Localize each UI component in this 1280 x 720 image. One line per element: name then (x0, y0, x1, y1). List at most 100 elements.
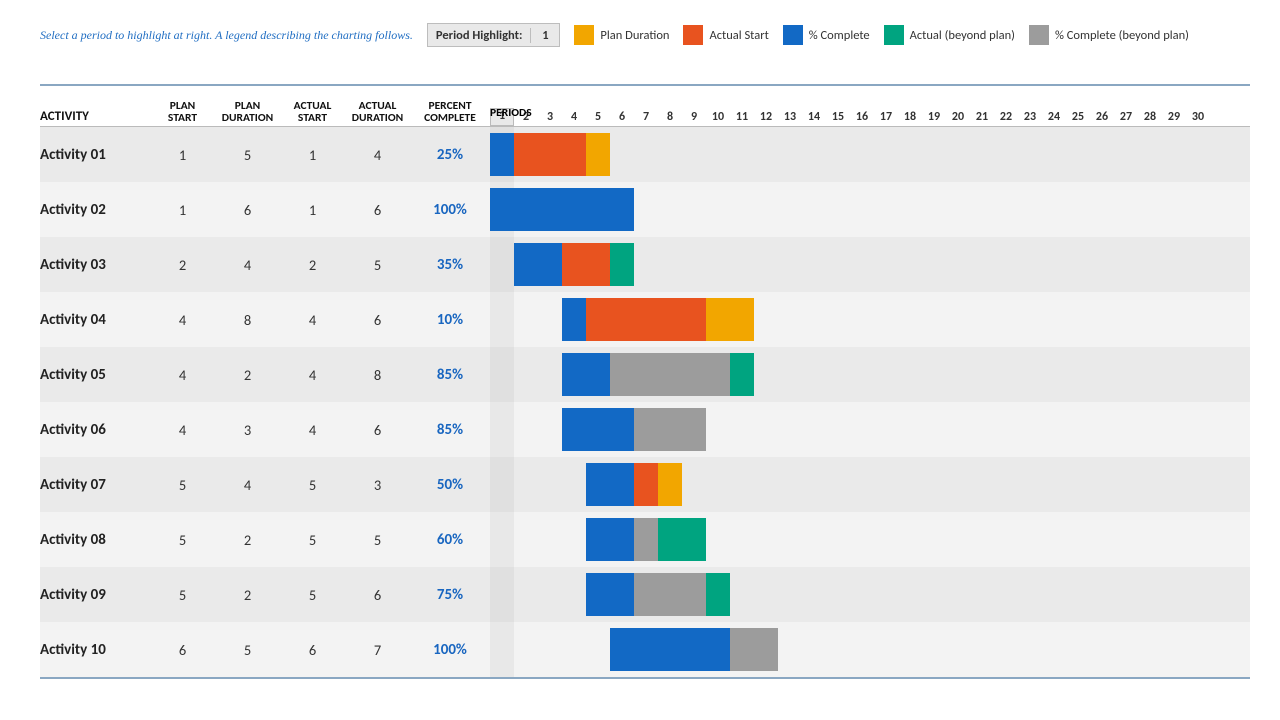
rows-container: Activity 01151425%Activity 021616100%Act… (40, 127, 1250, 679)
actual-start[interactable]: 5 (280, 586, 345, 604)
plan-start[interactable]: 5 (150, 476, 215, 494)
activity-name: Activity 04 (40, 311, 150, 329)
plan-start[interactable]: 4 (150, 311, 215, 329)
period-col-13[interactable]: 13 (778, 110, 802, 126)
period-col-28[interactable]: 28 (1138, 110, 1162, 126)
activity-name: Activity 05 (40, 366, 150, 384)
period-highlight-value[interactable]: 1 (531, 28, 559, 43)
period-col-21[interactable]: 21 (970, 110, 994, 126)
actual-start[interactable]: 1 (280, 146, 345, 164)
legend-plan-duration: Plan Duration (574, 25, 669, 45)
plan-duration[interactable]: 4 (215, 476, 280, 494)
hint-text: Select a period to highlight at right. A… (40, 28, 413, 43)
activity-name: Activity 03 (40, 256, 150, 274)
swatch-pct-complete-icon (783, 25, 803, 45)
period-highlight-box[interactable]: Period Highlight: 1 (427, 23, 561, 47)
actual-start[interactable]: 4 (280, 421, 345, 439)
period-col-5[interactable]: 5 (586, 110, 610, 126)
plan-start[interactable]: 1 (150, 201, 215, 219)
gantt-cell (490, 127, 1250, 182)
plan-start[interactable]: 2 (150, 256, 215, 274)
gantt-cell (490, 622, 1250, 677)
period-col-23[interactable]: 23 (1018, 110, 1042, 126)
planner-grid: ACTIVITY PLANSTART PLANDURATION ACTUALST… (40, 84, 1250, 679)
actual-start[interactable]: 2 (280, 256, 345, 274)
activity-name: Activity 02 (40, 201, 150, 219)
percent-complete[interactable]: 50% (410, 476, 490, 494)
actual-duration[interactable]: 4 (345, 146, 410, 164)
period-col-12[interactable]: 12 (754, 110, 778, 126)
percent-complete[interactable]: 10% (410, 311, 490, 329)
period-col-20[interactable]: 20 (946, 110, 970, 126)
period-col-8[interactable]: 8 (658, 110, 682, 126)
plan-duration[interactable]: 4 (215, 256, 280, 274)
period-col-18[interactable]: 18 (898, 110, 922, 126)
hdr-periods: PERIODS 12345678910111213141516171819202… (490, 108, 1250, 126)
period-col-16[interactable]: 16 (850, 110, 874, 126)
plan-start[interactable]: 1 (150, 146, 215, 164)
plan-duration[interactable]: 6 (215, 201, 280, 219)
actual-duration[interactable]: 6 (345, 311, 410, 329)
period-col-17[interactable]: 17 (874, 110, 898, 126)
plan-duration[interactable]: 3 (215, 421, 280, 439)
swatch-pct-beyond-icon (1029, 25, 1049, 45)
actual-duration[interactable]: 6 (345, 201, 410, 219)
plan-start[interactable]: 5 (150, 586, 215, 604)
period-col-9[interactable]: 9 (682, 110, 706, 126)
actual-start[interactable]: 6 (280, 641, 345, 659)
period-col-3[interactable]: 3 (538, 110, 562, 126)
percent-complete[interactable]: 85% (410, 421, 490, 439)
period-col-24[interactable]: 24 (1042, 110, 1066, 126)
actual-start[interactable]: 5 (280, 476, 345, 494)
percent-complete[interactable]: 60% (410, 531, 490, 549)
actual-start[interactable]: 4 (280, 366, 345, 384)
actual-duration[interactable]: 7 (345, 641, 410, 659)
period-col-14[interactable]: 14 (802, 110, 826, 126)
table-row: Activity 04484610% (40, 292, 1250, 347)
legend-actual-beyond: Actual (beyond plan) (884, 25, 1015, 45)
actual-start[interactable]: 4 (280, 311, 345, 329)
percent-complete[interactable]: 100% (410, 641, 490, 659)
plan-duration[interactable]: 5 (215, 146, 280, 164)
period-col-10[interactable]: 10 (706, 110, 730, 126)
percent-complete[interactable]: 75% (410, 586, 490, 604)
plan-duration[interactable]: 2 (215, 531, 280, 549)
plan-duration[interactable]: 5 (215, 641, 280, 659)
period-col-29[interactable]: 29 (1162, 110, 1186, 126)
legend-label: Plan Duration (600, 28, 669, 43)
legend-pct-complete: % Complete (783, 25, 870, 45)
period-col-27[interactable]: 27 (1114, 110, 1138, 126)
period-col-19[interactable]: 19 (922, 110, 946, 126)
period-col-6[interactable]: 6 (610, 110, 634, 126)
actual-start[interactable]: 5 (280, 531, 345, 549)
actual-duration[interactable]: 5 (345, 531, 410, 549)
plan-duration[interactable]: 2 (215, 586, 280, 604)
period-col-4[interactable]: 4 (562, 110, 586, 126)
legend-label: % Complete (beyond plan) (1055, 28, 1189, 43)
plan-duration[interactable]: 8 (215, 311, 280, 329)
period-col-26[interactable]: 26 (1090, 110, 1114, 126)
plan-start[interactable]: 4 (150, 366, 215, 384)
actual-start[interactable]: 1 (280, 201, 345, 219)
actual-duration[interactable]: 6 (345, 421, 410, 439)
actual-duration[interactable]: 5 (345, 256, 410, 274)
actual-duration[interactable]: 8 (345, 366, 410, 384)
actual-duration[interactable]: 6 (345, 586, 410, 604)
plan-duration[interactable]: 2 (215, 366, 280, 384)
percent-complete[interactable]: 85% (410, 366, 490, 384)
percent-complete[interactable]: 100% (410, 201, 490, 219)
period-col-25[interactable]: 25 (1066, 110, 1090, 126)
actual-duration[interactable]: 3 (345, 476, 410, 494)
table-row: Activity 09525675% (40, 567, 1250, 622)
period-col-15[interactable]: 15 (826, 110, 850, 126)
plan-start[interactable]: 6 (150, 641, 215, 659)
plan-start[interactable]: 4 (150, 421, 215, 439)
percent-complete[interactable]: 35% (410, 256, 490, 274)
period-col-22[interactable]: 22 (994, 110, 1018, 126)
activity-name: Activity 06 (40, 421, 150, 439)
period-col-7[interactable]: 7 (634, 110, 658, 126)
period-col-11[interactable]: 11 (730, 110, 754, 126)
plan-start[interactable]: 5 (150, 531, 215, 549)
period-col-30[interactable]: 30 (1186, 110, 1210, 126)
percent-complete[interactable]: 25% (410, 146, 490, 164)
